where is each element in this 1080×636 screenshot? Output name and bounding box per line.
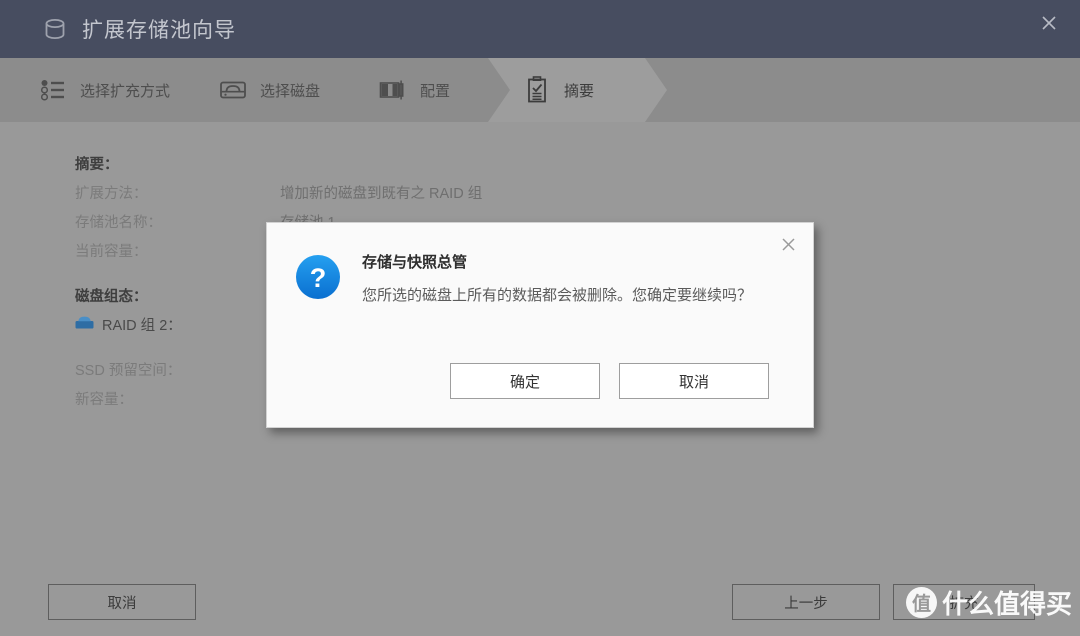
cancel-button[interactable]: 取消	[48, 584, 196, 620]
row-label: 扩展方法：	[75, 186, 148, 202]
dialog-button-bar: 确定 取消	[267, 363, 813, 399]
row-label: SSD 预留空间：	[75, 363, 182, 379]
row-label: 当前容量：	[75, 244, 148, 260]
row-label: 存储池名称：	[75, 215, 162, 231]
confirmation-dialog: ? 存储与快照总管 您所选的磁盘上所有的数据都会被删除。您确定要继续吗？ 确定 …	[266, 222, 814, 428]
dialog-title: 存储与快照总管	[362, 254, 468, 271]
disk-config-heading: 磁盘组态：	[75, 289, 148, 305]
wizard-stepper: 选择扩充方式 选择磁盘 配置 摘要	[0, 58, 1080, 122]
clipboard-check-icon	[522, 75, 552, 105]
raid-group-label: RAID 组 2：	[102, 318, 182, 334]
window-title-bar: 扩展存储池向导	[0, 0, 1080, 58]
dialog-confirm-button[interactable]: 确定	[450, 363, 600, 399]
summary-heading-row: 摘要：	[75, 149, 975, 178]
svg-text:?: ?	[310, 263, 327, 293]
bullet-list-icon	[38, 75, 68, 105]
step-label: 摘要	[564, 82, 595, 100]
step-label: 选择磁盘	[260, 82, 321, 100]
step-configure[interactable]: 配置	[368, 58, 488, 122]
step-label: 配置	[420, 82, 451, 100]
dialog-message: 您所选的磁盘上所有的数据都会被删除。您确定要继续吗？	[362, 287, 753, 304]
row-label: 新容量：	[75, 392, 133, 408]
previous-step-button[interactable]: 上一步	[732, 584, 880, 620]
summary-row-expand-method: 扩展方法： 增加新的磁盘到既有之 RAID 组	[75, 178, 975, 207]
summary-heading: 摘要：	[75, 157, 119, 173]
dialog-texts: 存储与快照总管 您所选的磁盘上所有的数据都会被删除。您确定要继续吗？	[362, 251, 774, 308]
window-title: 扩展存储池向导	[82, 19, 236, 42]
row-value: 增加新的磁盘到既有之 RAID 组	[280, 186, 483, 202]
step-select-expand-method[interactable]: 选择扩充方式	[28, 58, 208, 122]
question-mark-circle-icon: ?	[295, 254, 341, 308]
blue-hard-disk-icon	[75, 315, 94, 334]
step-summary[interactable]: 摘要	[488, 58, 667, 122]
close-icon[interactable]	[1032, 6, 1066, 40]
storage-pool-cylinder-icon	[42, 16, 68, 42]
partition-bars-icon	[378, 75, 408, 105]
step-select-disk[interactable]: 选择磁盘	[208, 58, 368, 122]
step-label: 选择扩充方式	[80, 82, 171, 100]
hard-disk-icon	[218, 75, 248, 105]
wizard-footer: 取消 上一步 扩充	[0, 562, 1080, 636]
expand-button[interactable]: 扩充	[893, 584, 1035, 620]
dialog-cancel-button[interactable]: 取消	[619, 363, 769, 399]
dialog-body: ? 存储与快照总管 您所选的磁盘上所有的数据都会被删除。您确定要继续吗？	[295, 251, 787, 308]
